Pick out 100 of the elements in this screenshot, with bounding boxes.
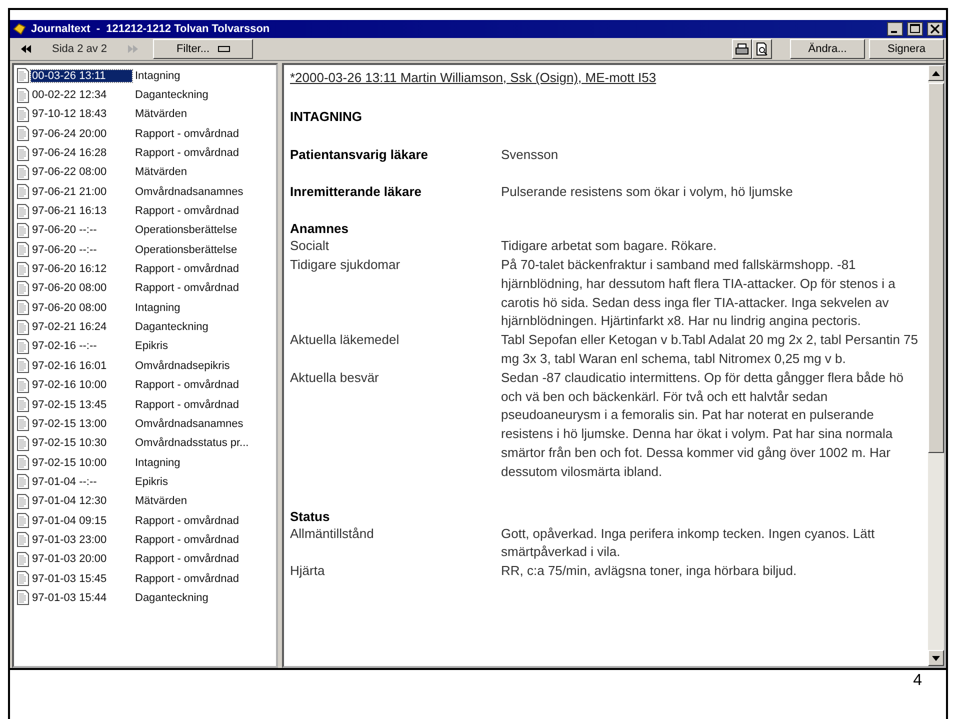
- entry-title[interactable]: Rapport - omvårdnad: [135, 379, 239, 392]
- up-arrow-icon[interactable]: [932, 70, 940, 76]
- entry-title[interactable]: Mätvärden: [135, 166, 187, 178]
- entry-date[interactable]: 97-02-16 16:01: [31, 360, 132, 372]
- entry-title[interactable]: Rapport - omvårdnad: [135, 398, 239, 411]
- document-header-link[interactable]: *2000-03-26 13:11 Martin Williamson, Ssk (Osign), ME-mott I53: [290, 69, 656, 88]
- entry-date[interactable]: 97-06-22 08:00: [31, 166, 132, 178]
- entry-date[interactable]: 97-02-15 10:00: [31, 456, 132, 469]
- entry-date[interactable]: 97-01-03 20:00: [31, 553, 132, 566]
- document-icon: [17, 88, 29, 103]
- entry-title[interactable]: Mätvärden: [135, 495, 187, 508]
- entry-title[interactable]: Omvårdnadsanamnes: [135, 186, 244, 198]
- toolbar-button[interactable]: Signera: [869, 39, 944, 59]
- down-arrow-icon[interactable]: [932, 656, 940, 660]
- entry-title[interactable]: Daganteckning: [135, 321, 208, 334]
- entry-date[interactable]: 97-06-21 16:13: [31, 205, 132, 218]
- field-value: Tidigare arbetat som bagare. Rökare.: [501, 237, 718, 256]
- document-title: INTAGNING: [290, 108, 363, 126]
- first-page-icon[interactable]: [20, 44, 32, 54]
- document-icon: [17, 552, 29, 567]
- print-button[interactable]: [732, 39, 752, 59]
- entry-title[interactable]: Rapport - omvårdnad: [135, 282, 239, 294]
- entry-date[interactable]: 97-02-16 --:--: [31, 340, 132, 352]
- document-icon: [17, 320, 29, 335]
- entry-date[interactable]: 97-01-03 15:44: [31, 592, 132, 604]
- filter-button[interactable]: Filter...: [153, 39, 254, 59]
- field-label: Hjärta: [290, 562, 326, 580]
- entry-date[interactable]: 00-03-26 13:11: [31, 70, 132, 82]
- entry-date[interactable]: 97-02-15 13:00: [31, 418, 132, 430]
- entry-title[interactable]: Operationsberättelse: [135, 224, 238, 236]
- entry-title[interactable]: Omvårdnadsepikris: [135, 360, 230, 372]
- entry-title[interactable]: Rapport - omvårdnad: [135, 263, 239, 276]
- document-icon: [17, 280, 29, 296]
- entry-title[interactable]: Daganteckning: [135, 89, 208, 102]
- entry-date[interactable]: 00-02-22 12:34: [31, 89, 132, 102]
- entry-date[interactable]: 97-01-04 12:30: [31, 495, 132, 508]
- entry-title[interactable]: Rapport - omvårdnad: [135, 534, 239, 546]
- field-label: Allmäntillstånd: [290, 524, 375, 543]
- entry-date[interactable]: 97-06-20 --:--: [31, 224, 132, 236]
- field-value: Pulserande resistens som ökar i volym, hö ljumske: [501, 183, 794, 202]
- close-icon[interactable]: [927, 22, 943, 36]
- entry-title[interactable]: Omvårdnadsanamnes: [135, 418, 244, 430]
- document-icon: [17, 262, 29, 277]
- entry-date[interactable]: 97-02-15 10:30: [31, 437, 132, 450]
- field-value: På 70-talet bäckenfraktur i samband med fallskärmshopp. -81 hjärnblödning, har dessutom haft flera TIA-attacker. Op för stenos i a carotis hö sida. Sedan dess inga fler TIA-attacker. Inga sekvelen av hjärnblödningen. Hjärtinfarkt x8. Har nu lindrig angina pectoris.: [501, 256, 896, 330]
- entry-date[interactable]: 97-06-24 16:28: [31, 147, 132, 160]
- entry-title[interactable]: Rapport - omvårdnad: [135, 553, 239, 566]
- entry-title[interactable]: Intagning: [135, 70, 180, 82]
- scrollbar[interactable]: [928, 65, 944, 666]
- filter-icon: [218, 46, 230, 52]
- document-icon: [17, 204, 29, 219]
- entry-title[interactable]: Mätvärden: [135, 108, 187, 120]
- field-label: Tidigare sjukdomar: [290, 256, 402, 274]
- entry-title[interactable]: Epikris: [135, 476, 168, 488]
- toolbar-button[interactable]: Ändra...: [790, 39, 865, 59]
- section-title: Status: [290, 508, 331, 525]
- entry-title[interactable]: Daganteckning: [135, 592, 208, 604]
- entry-date[interactable]: 97-10-12 18:43: [31, 108, 132, 120]
- entry-title[interactable]: Epikris: [135, 340, 168, 352]
- entry-date[interactable]: 97-02-15 13:45: [31, 398, 132, 411]
- entry-date[interactable]: 97-01-03 15:45: [31, 572, 132, 585]
- document-icon: [17, 436, 29, 451]
- document-icon: [17, 242, 29, 258]
- entry-title[interactable]: Intagning: [135, 302, 180, 314]
- document-icon: [17, 571, 29, 586]
- entry-date[interactable]: 97-06-20 16:12: [31, 263, 132, 276]
- entry-title[interactable]: Omvårdnadsstatus pr...: [135, 437, 249, 450]
- window-title: Journaltext - 121212-1212 Tolvan Tolvarsson: [31, 23, 271, 35]
- field-label: Aktuella läkemedel: [290, 331, 400, 350]
- maximize-icon[interactable]: [907, 22, 923, 36]
- document-icon: [17, 106, 29, 122]
- entry-date[interactable]: 97-06-24 20:00: [31, 128, 132, 140]
- entry-date[interactable]: 97-02-16 10:00: [31, 379, 132, 392]
- document-icon: [17, 397, 29, 412]
- document-icon: [17, 532, 29, 548]
- field-label: Socialt: [290, 237, 330, 256]
- entry-title[interactable]: Rapport - omvårdnad: [135, 128, 239, 140]
- entry-date[interactable]: 97-06-20 08:00: [31, 302, 132, 314]
- entry-title[interactable]: Rapport - omvårdnad: [135, 205, 239, 218]
- entry-date[interactable]: 97-01-04 09:15: [31, 514, 132, 527]
- entry-title[interactable]: Rapport - omvårdnad: [135, 572, 239, 585]
- document-icon: [17, 590, 29, 606]
- printer-icon: [735, 42, 749, 56]
- entry-title[interactable]: Intagning: [135, 456, 180, 469]
- entry-date[interactable]: 97-01-04 --:--: [31, 476, 132, 488]
- entry-title[interactable]: Rapport - omvårdnad: [135, 147, 239, 160]
- entry-title[interactable]: Operationsberättelse: [135, 244, 238, 256]
- entry-date[interactable]: 97-06-20 --:--: [31, 244, 132, 256]
- minimize-icon[interactable]: [887, 22, 903, 36]
- document-icon: [17, 300, 29, 316]
- entry-date[interactable]: 97-06-20 08:00: [31, 282, 132, 294]
- preview-button[interactable]: [752, 39, 772, 59]
- document-icon: [17, 474, 29, 490]
- entry-date[interactable]: 97-01-03 23:00: [31, 534, 132, 546]
- entry-date[interactable]: 97-06-21 21:00: [31, 186, 132, 198]
- entry-title[interactable]: Rapport - omvårdnad: [135, 514, 239, 527]
- entry-date[interactable]: 97-02-21 16:24: [31, 321, 132, 334]
- document-icon: [17, 378, 29, 393]
- magnifier-icon: [755, 42, 769, 56]
- field-label: Aktuella besvär: [290, 368, 380, 387]
